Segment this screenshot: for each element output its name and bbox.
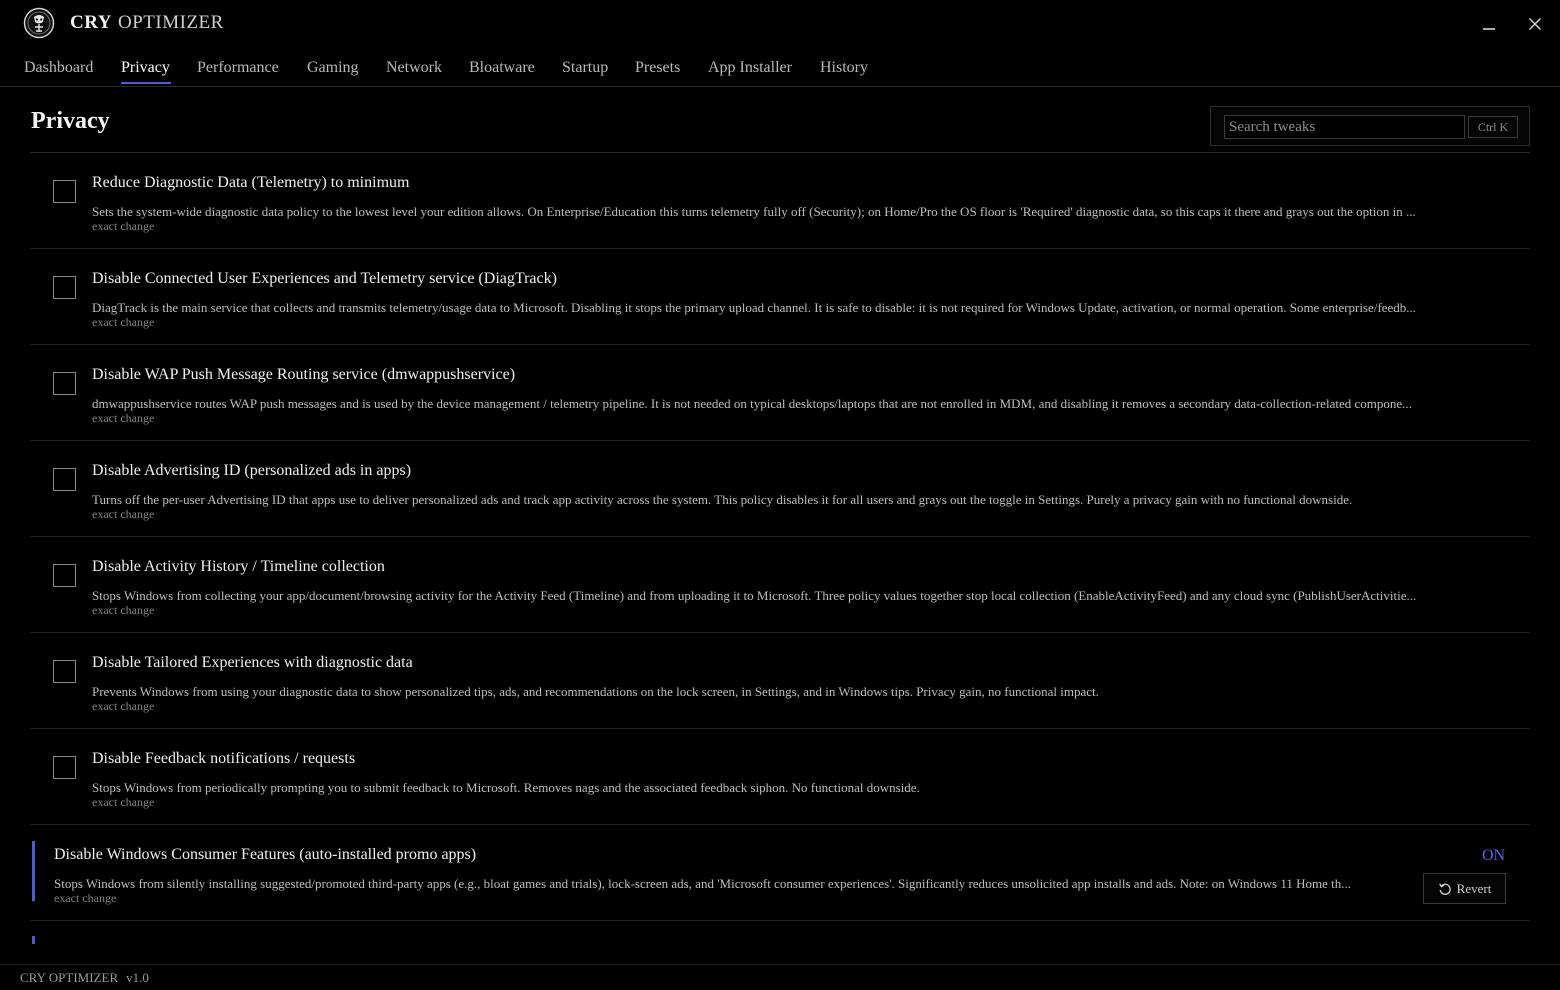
active-tab-indicator xyxy=(121,82,171,84)
tweak-row: Disable Activity History / Timeline coll… xyxy=(30,537,1530,633)
tab-privacy[interactable]: Privacy xyxy=(121,59,170,77)
tweak-description: Turns off the per-user Advertising ID th… xyxy=(92,492,1353,507)
tweak-row: Disable Feedback notifications / request… xyxy=(30,729,1530,825)
tweak-checkbox[interactable] xyxy=(53,660,76,683)
tweak-row: Disable Advertising ID (personalized ads… xyxy=(30,441,1530,537)
tweak-title: Reduce Diagnostic Data (Telemetry) to mi… xyxy=(92,174,410,191)
tweak-checkbox[interactable] xyxy=(53,564,76,587)
close-button[interactable] xyxy=(1521,10,1549,38)
tweak-title: Disable Connected User Experiences and T… xyxy=(92,270,557,287)
next-row-accent-bar xyxy=(32,936,35,944)
tab-performance[interactable]: Performance xyxy=(197,59,279,77)
tweak-title: Disable Windows Consumer Features (auto-… xyxy=(54,846,477,863)
tweak-meta: exact change xyxy=(92,603,155,617)
app-logo-icon xyxy=(23,7,55,39)
footer-version: v1.0 xyxy=(126,970,149,985)
footer-app-name: CRY OPTIMIZER xyxy=(20,970,119,985)
tweak-title: Disable WAP Push Message Routing service… xyxy=(92,366,516,383)
search-shortcut-badge: Ctrl K xyxy=(1468,116,1518,138)
title-bar: CRY OPTIMIZER xyxy=(0,0,1560,48)
tab-bar: Dashboard Privacy Performance Gaming Net… xyxy=(0,48,1560,87)
minimize-icon xyxy=(1483,28,1495,30)
footer-info: CRY OPTIMIZER v1.0 xyxy=(20,970,149,986)
status-badge: ON xyxy=(1482,847,1506,864)
tweak-description: Prevents Windows from using your diagnos… xyxy=(92,684,1099,699)
tab-app-installer[interactable]: App Installer xyxy=(708,59,792,77)
tweak-checkbox[interactable] xyxy=(53,276,76,299)
tweak-meta: exact change xyxy=(92,795,155,809)
enabled-accent-bar xyxy=(32,841,35,901)
tweak-title: Disable Feedback notifications / request… xyxy=(92,750,356,767)
tweak-title: Disable Activity History / Timeline coll… xyxy=(92,558,385,575)
tab-network[interactable]: Network xyxy=(386,59,442,77)
tweak-title: Disable Advertising ID (personalized ads… xyxy=(92,462,412,479)
page-title: Privacy xyxy=(31,108,110,134)
tweak-checkbox[interactable] xyxy=(53,756,76,779)
tweak-meta: exact change xyxy=(54,891,117,905)
tab-history[interactable]: History xyxy=(820,59,868,77)
minimize-button[interactable] xyxy=(1475,10,1503,38)
app-title-bold: CRY xyxy=(70,12,112,33)
app-title: CRY OPTIMIZER xyxy=(70,12,224,34)
app-title-rest: OPTIMIZER xyxy=(118,12,224,33)
revert-button[interactable]: Revert xyxy=(1423,873,1506,904)
revert-icon xyxy=(1438,882,1451,895)
tweak-description: Stops Windows from silently installing s… xyxy=(54,876,1351,891)
revert-button-label: Revert xyxy=(1456,880,1492,896)
tweak-row: Disable Connected User Experiences and T… xyxy=(30,249,1530,345)
tweak-meta: exact change xyxy=(92,219,155,233)
tab-gaming[interactable]: Gaming xyxy=(307,59,359,77)
tweak-meta: exact change xyxy=(92,411,155,425)
tweak-checkbox[interactable] xyxy=(53,180,76,203)
tab-presets[interactable]: Presets xyxy=(635,59,680,77)
tweak-checkbox[interactable] xyxy=(53,468,76,491)
tweak-row-enabled: Disable Windows Consumer Features (auto-… xyxy=(30,825,1530,921)
tweak-row: Disable Tailored Experiences with diagno… xyxy=(30,633,1530,729)
close-icon xyxy=(1529,18,1541,30)
tweak-description: Stops Windows from periodically promptin… xyxy=(92,780,920,795)
tweak-title: Disable Tailored Experiences with diagno… xyxy=(92,654,413,671)
tab-bloatware[interactable]: Bloatware xyxy=(469,59,535,77)
tweak-description: dmwappushservice routes WAP push message… xyxy=(92,396,1412,411)
tweak-meta: exact change xyxy=(92,699,155,713)
search-box: Ctrl K xyxy=(1210,106,1530,146)
tweak-description: Stops Windows from collecting your app/d… xyxy=(92,588,1417,603)
tab-startup[interactable]: Startup xyxy=(562,59,608,77)
tweak-checkbox[interactable] xyxy=(53,372,76,395)
tweak-description: Sets the system-wide diagnostic data pol… xyxy=(92,204,1416,219)
tweak-description: DiagTrack is the main service that colle… xyxy=(92,300,1417,315)
search-input[interactable] xyxy=(1224,115,1465,139)
status-bar: CRY OPTIMIZER v1.0 xyxy=(0,964,1560,990)
tweak-row: Disable WAP Push Message Routing service… xyxy=(30,345,1530,441)
tweak-row: Reduce Diagnostic Data (Telemetry) to mi… xyxy=(30,153,1530,249)
tweak-meta: exact change xyxy=(92,315,155,329)
tweak-meta: exact change xyxy=(92,507,155,521)
tab-dashboard[interactable]: Dashboard xyxy=(24,59,93,77)
